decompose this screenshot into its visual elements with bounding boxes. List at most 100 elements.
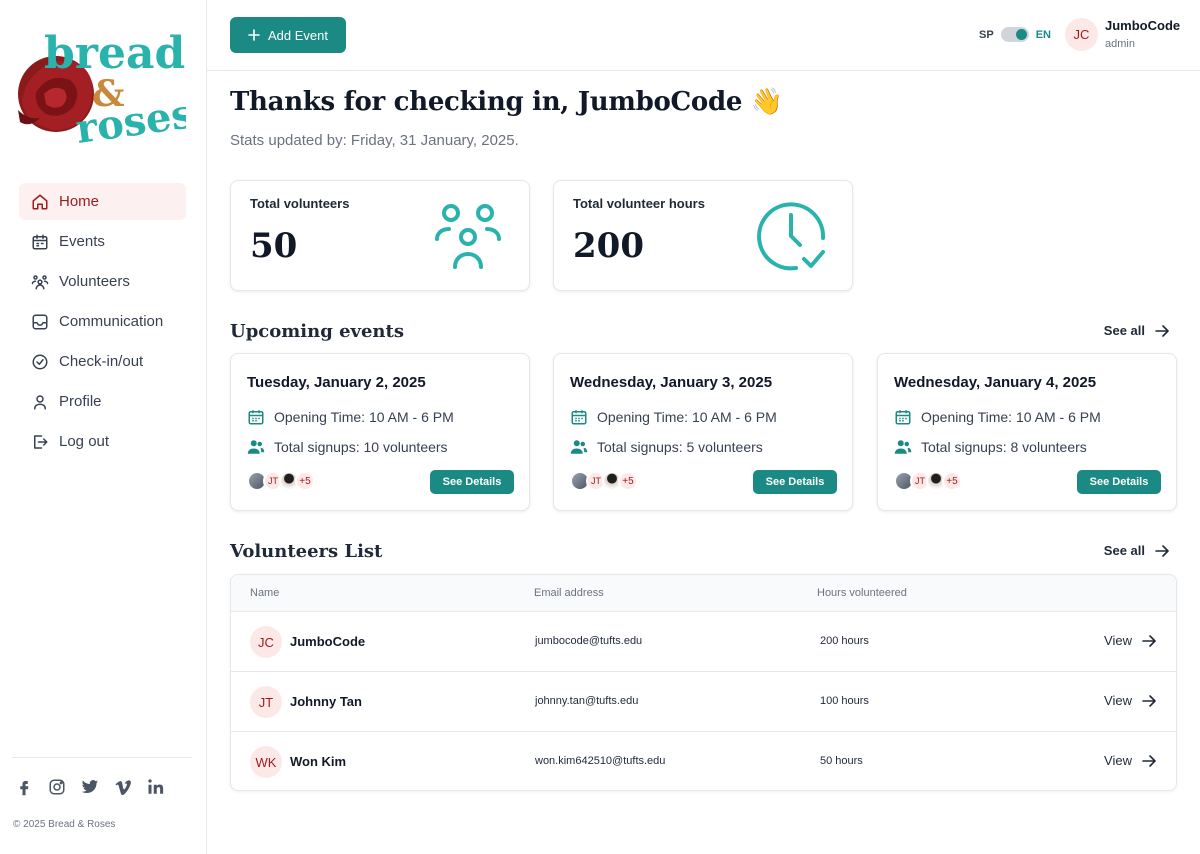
sidebar-item-label: Check-in/out xyxy=(59,353,144,370)
view-volunteer-link[interactable]: View xyxy=(1104,633,1156,648)
more-attendees-badge: +5 xyxy=(942,471,962,491)
see-all-volunteers-link[interactable]: See all xyxy=(1104,543,1169,558)
event-date: Wednesday, January 3, 2025 xyxy=(570,374,773,391)
linkedin-icon[interactable] xyxy=(146,777,166,797)
facebook-icon[interactable] xyxy=(14,777,34,797)
add-event-label: Add Event xyxy=(268,27,328,43)
avatar[interactable]: JC xyxy=(1065,18,1098,51)
bread-and-roses-logo[interactable]: bread & roses xyxy=(14,26,197,154)
arrow-right-icon xyxy=(1155,324,1169,337)
wave-emoji: 👋 xyxy=(750,87,783,117)
see-all-events-link[interactable]: See all xyxy=(1104,323,1169,338)
sidebar-item-events[interactable]: Events xyxy=(19,223,186,260)
calendar-icon xyxy=(248,410,264,425)
calendar-icon xyxy=(895,410,911,425)
stat-label: Total volunteers xyxy=(250,196,350,211)
instagram-icon[interactable] xyxy=(47,777,67,797)
sidebar-item-profile[interactable]: Profile xyxy=(19,383,186,420)
stat-card-hours: Total volunteer hours 200 xyxy=(553,180,853,291)
lang-sp-label[interactable]: SP xyxy=(979,29,994,41)
stats-updated-text: Stats updated by: Friday, 31 January, 20… xyxy=(230,132,519,149)
event-opening-time: Opening Time: 10 AM - 6 PM xyxy=(570,408,777,426)
event-opening-text: Opening Time: 10 AM - 6 PM xyxy=(921,409,1101,425)
page-title: Thanks for checking in, JumboCode 👋 xyxy=(230,87,783,117)
sidebar-item-label: Profile xyxy=(59,393,102,410)
sidebar-divider xyxy=(12,757,192,758)
clock-check-icon xyxy=(756,201,826,276)
sidebar: bread & roses Home Events Volunteers Com… xyxy=(0,0,207,854)
greeting-text: Thanks for checking in, JumboCode xyxy=(230,87,743,117)
svg-text:bread: bread xyxy=(44,28,185,79)
sidebar-item-label: Home xyxy=(59,193,100,210)
table-row[interactable]: JC JumboCode jumbocode@tufts.edu 200 hou… xyxy=(231,612,1176,672)
view-label: View xyxy=(1104,633,1132,648)
add-event-button[interactable]: Add Event xyxy=(230,17,346,53)
people-icon xyxy=(31,274,49,289)
event-signups-text: Total signups: 8 volunteers xyxy=(921,439,1087,455)
plus-icon xyxy=(248,29,260,41)
lang-en-label[interactable]: EN xyxy=(1036,29,1051,41)
see-all-label: See all xyxy=(1103,323,1145,338)
sidebar-nav: Home Events Volunteers Communication Che… xyxy=(19,183,186,463)
column-header-hours: Hours volunteered xyxy=(817,587,907,599)
view-volunteer-link[interactable]: View xyxy=(1104,753,1156,768)
column-header-email: Email address xyxy=(534,587,604,599)
sidebar-item-label: Communication xyxy=(59,313,164,330)
event-card: Wednesday, January 3, 2025 Opening Time:… xyxy=(553,353,853,511)
twitter-icon[interactable] xyxy=(80,777,100,797)
check-circle-icon xyxy=(32,354,48,369)
event-date: Wednesday, January 4, 2025 xyxy=(894,374,1097,391)
sidebar-item-label: Events xyxy=(59,233,105,250)
logout-icon xyxy=(34,434,48,449)
volunteer-name: Won Kim xyxy=(290,754,347,769)
sidebar-item-label: Log out xyxy=(59,433,110,450)
attendee-avatars: JT +5 xyxy=(894,471,962,491)
volunteer-hours: 100 hours xyxy=(820,695,869,707)
user-name: JumboCode xyxy=(1105,18,1181,33)
calendar-icon xyxy=(32,234,48,249)
sidebar-item-home[interactable]: Home xyxy=(19,183,186,220)
event-opening-time: Opening Time: 10 AM - 6 PM xyxy=(247,408,454,426)
event-opening-time: Opening Time: 10 AM - 6 PM xyxy=(894,408,1101,426)
view-label: View xyxy=(1104,753,1132,768)
language-switch: SP EN xyxy=(979,27,1051,42)
table-header: Name Email address Hours volunteered xyxy=(231,575,1176,612)
stat-card-volunteers: Total volunteers 50 xyxy=(230,180,530,291)
volunteers-icon xyxy=(433,201,503,276)
avatar: JC xyxy=(250,626,282,658)
volunteers-table: Name Email address Hours volunteered JC … xyxy=(230,574,1177,791)
event-signups-text: Total signups: 10 volunteers xyxy=(274,439,448,455)
table-row[interactable]: WK Won Kim won.kim642510@tufts.edu 50 ho… xyxy=(231,732,1176,790)
table-row[interactable]: JT Johnny Tan johnny.tan@tufts.edu 100 h… xyxy=(231,672,1176,732)
arrow-right-icon xyxy=(1155,544,1169,557)
volunteer-hours: 200 hours xyxy=(820,635,869,647)
toggle-knob xyxy=(1015,29,1027,40)
view-volunteer-link[interactable]: View xyxy=(1104,693,1156,708)
sidebar-item-communication[interactable]: Communication xyxy=(19,303,186,340)
volunteer-email: johnny.tan@tufts.edu xyxy=(535,695,639,707)
user-icon xyxy=(34,394,46,409)
see-details-button[interactable]: See Details xyxy=(430,470,514,494)
copyright: © 2025 Bread & Roses xyxy=(13,819,116,830)
event-card: Tuesday, January 2, 2025 Opening Time: 1… xyxy=(230,353,530,511)
stat-value: 50 xyxy=(250,226,298,266)
avatar: JT xyxy=(250,686,282,718)
event-card: Wednesday, January 4, 2025 Opening Time:… xyxy=(877,353,1177,511)
see-details-button[interactable]: See Details xyxy=(1077,470,1161,494)
user-role: admin xyxy=(1105,38,1135,50)
vimeo-icon[interactable] xyxy=(113,777,133,797)
social-links xyxy=(14,777,166,797)
volunteer-email: won.kim642510@tufts.edu xyxy=(535,755,666,767)
language-toggle[interactable] xyxy=(1000,27,1029,42)
volunteer-email: jumbocode@tufts.edu xyxy=(535,635,643,647)
view-label: View xyxy=(1104,693,1132,708)
sidebar-item-volunteers[interactable]: Volunteers xyxy=(19,263,186,300)
see-details-button[interactable]: See Details xyxy=(753,470,837,494)
volunteers-list-title: Volunteers List xyxy=(230,541,383,562)
inbox-icon xyxy=(32,314,48,329)
sidebar-item-check-in-out[interactable]: Check-in/out xyxy=(19,343,186,380)
sidebar-item-logout[interactable]: Log out xyxy=(19,423,186,460)
event-date: Tuesday, January 2, 2025 xyxy=(247,374,426,391)
stat-label: Total volunteer hours xyxy=(573,196,705,211)
arrow-right-icon xyxy=(1142,694,1156,707)
